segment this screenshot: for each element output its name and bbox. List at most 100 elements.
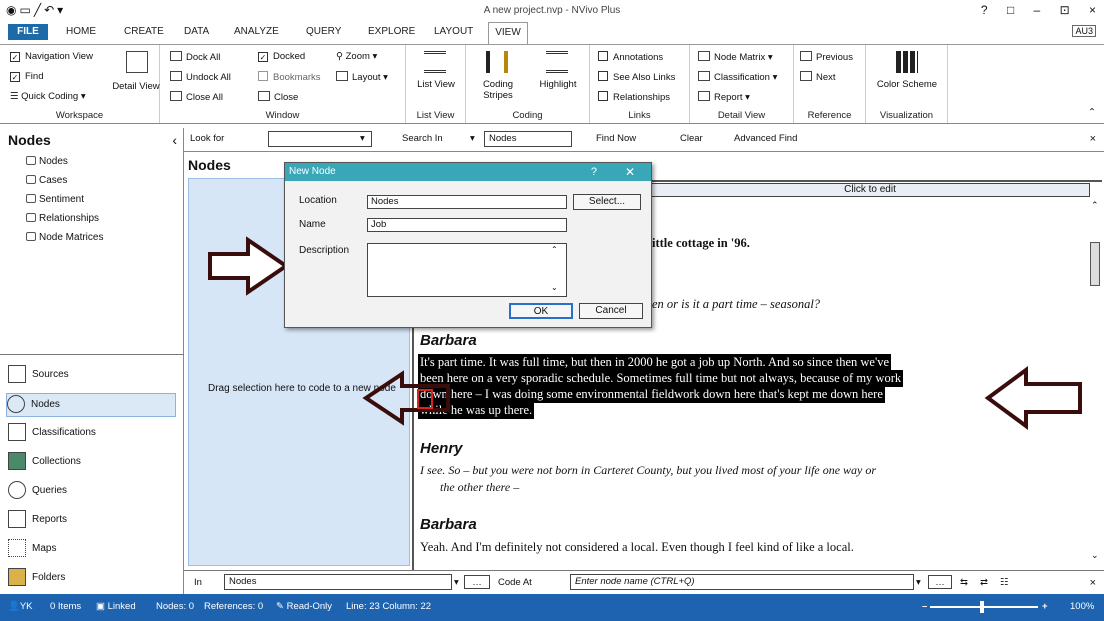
find-toggle[interactable]: ✓ Find [10,71,43,82]
search-in-dropdown-icon[interactable]: ▾ [470,133,475,144]
nav-collections[interactable]: Collections [8,451,178,475]
tab-data[interactable]: DATA [184,26,209,37]
cancel-button[interactable]: Cancel [579,303,643,319]
close-find-icon[interactable]: × [1090,133,1096,145]
tab-layout[interactable]: LAYOUT [434,26,473,37]
nav-nodes[interactable]: Nodes [6,393,176,417]
description-input[interactable] [367,243,567,297]
document-scrollbar[interactable]: ⌃ ⌄ [1088,198,1102,568]
tab-explore[interactable]: EXPLORE [368,26,415,37]
tab-create[interactable]: CREATE [124,26,164,37]
layout-button[interactable]: Layout ▾ [336,71,388,83]
tree-item-node-matrices[interactable]: Node Matrices [26,232,103,243]
ok-button[interactable]: OK [509,303,573,319]
close-dialog-icon[interactable]: ✕ [625,163,635,181]
tree-item-cases[interactable]: Cases [26,175,67,186]
collapse-ribbon-icon[interactable]: ⌃ [1088,107,1096,118]
select-button[interactable]: Select... [573,194,641,210]
previous-button[interactable]: Previous [800,51,853,63]
minimize-button[interactable]: – [1034,3,1041,17]
tab-analyze[interactable]: ANALYZE [234,26,279,37]
highlight-button[interactable]: Highlight [530,79,586,90]
close-coding-bar-icon[interactable]: × [1090,577,1096,589]
nav-sources[interactable]: Sources [8,364,178,388]
doc-line-cottage: ittle cottage in '96. [652,236,750,250]
browse-code-at-button[interactable]: … [928,575,952,589]
checkbox-icon [598,51,608,61]
list-view-button[interactable]: List View [410,79,462,90]
coding-options-icon[interactable]: ☷ [1000,577,1009,588]
zoom-out-icon[interactable]: – [922,601,927,612]
code-icon[interactable]: ⇆ [960,577,968,588]
advanced-find-button[interactable]: Advanced Find [734,133,797,144]
report-button[interactable]: Report ▾ [698,91,750,103]
code-at-dropdown-icon[interactable]: ▾ [916,577,921,588]
undock-all-button[interactable]: Undock All [170,71,231,83]
tree-item-nodes[interactable]: Nodes [26,156,68,167]
zoom-slider-thumb[interactable] [980,601,984,613]
zoom-in-icon[interactable]: + [1042,601,1048,612]
name-input[interactable]: Job [367,218,567,232]
close-all-button[interactable]: Close All [170,91,223,103]
zoom-slider[interactable] [930,601,1038,613]
in-dropdown-icon[interactable]: ▾ [454,577,459,588]
tab-file[interactable]: FILE [8,24,48,40]
next-button[interactable]: Next [800,71,836,83]
ribbon-display-button[interactable]: □ [1007,3,1014,17]
docked-toggle[interactable]: ✓ Docked [258,51,305,62]
see-also-links-toggle[interactable]: See Also Links [598,71,675,83]
find-now-button[interactable]: Find Now [596,133,636,144]
click-to-edit-bar[interactable]: Click to edit [650,183,1090,197]
selected-text-line[interactable]: It's part time. It was full time, but th… [418,354,892,371]
help-icon[interactable]: ? [591,163,597,181]
relationships-toggle[interactable]: Relationships [598,91,670,103]
tab-query[interactable]: QUERY [306,26,341,37]
quick-coding-toggle[interactable]: ☰ Quick Coding ▾ [10,91,86,102]
restore-button[interactable]: ⊡ [1060,3,1070,17]
nav-classifications[interactable]: Classifications [8,422,178,446]
collapse-pane-icon[interactable]: ‹ [172,132,177,148]
in-field[interactable]: Nodes [224,574,452,590]
detail-view-button[interactable]: Detail View [112,81,160,92]
uncode-icon[interactable]: ⇄ [980,577,988,588]
bookmarks-toggle[interactable]: Bookmarks [258,71,321,83]
annotations-toggle[interactable]: Annotations [598,51,663,63]
nav-maps[interactable]: Maps [8,538,178,562]
selected-text-line[interactable]: been here on a very sporadic schedule. S… [418,370,904,387]
scroll-down-icon[interactable]: ⌄ [551,283,558,292]
close-button[interactable]: Close [258,91,298,103]
search-in-field[interactable]: Nodes [484,131,572,147]
scroll-thumb[interactable] [1090,242,1100,286]
selected-text-line[interactable]: down here – I was doing some environment… [418,386,885,403]
tab-home[interactable]: HOME [66,26,96,37]
zoom-level: 100% [1070,601,1095,612]
look-for-dropdown-icon[interactable]: ▾ [360,133,365,144]
scroll-up-icon[interactable]: ⌃ [1091,200,1099,211]
maps-icon [8,539,26,558]
nav-queries[interactable]: Queries [8,480,178,504]
tree-item-relationships[interactable]: Relationships [26,213,99,224]
code-at-input[interactable]: Enter node name (CTRL+Q) [570,574,914,590]
browse-in-button[interactable]: … [464,575,490,589]
dock-all-button[interactable]: Dock All [170,51,220,63]
scroll-up-icon[interactable]: ⌃ [551,245,558,254]
tab-view[interactable]: VIEW [488,22,528,44]
help-button[interactable]: ? [981,3,988,17]
close-window-button[interactable]: × [1089,3,1096,17]
zoom-button[interactable]: ⚲ Zoom ▾ [336,51,377,62]
coding-stripes-button[interactable]: Coding Stripes [470,79,526,101]
node-matrix-button[interactable]: Node Matrix ▾ [698,51,773,63]
navigation-view-toggle[interactable]: ✓ Navigation View [10,51,93,62]
color-scheme-button[interactable]: Color Scheme [874,79,940,90]
look-for-input[interactable] [268,131,372,147]
nav-splitter[interactable] [0,354,184,355]
folders-icon [8,568,26,587]
account-box[interactable]: AU3 [1072,25,1096,37]
clear-button[interactable]: Clear [680,133,703,144]
close-all-icon [170,91,182,101]
classification-button[interactable]: Classification ▾ [698,71,777,83]
tree-item-sentiment[interactable]: Sentiment [26,194,84,205]
nav-folders[interactable]: Folders [8,567,178,591]
nav-reports[interactable]: Reports [8,509,178,533]
scroll-down-icon[interactable]: ⌄ [1091,550,1099,561]
